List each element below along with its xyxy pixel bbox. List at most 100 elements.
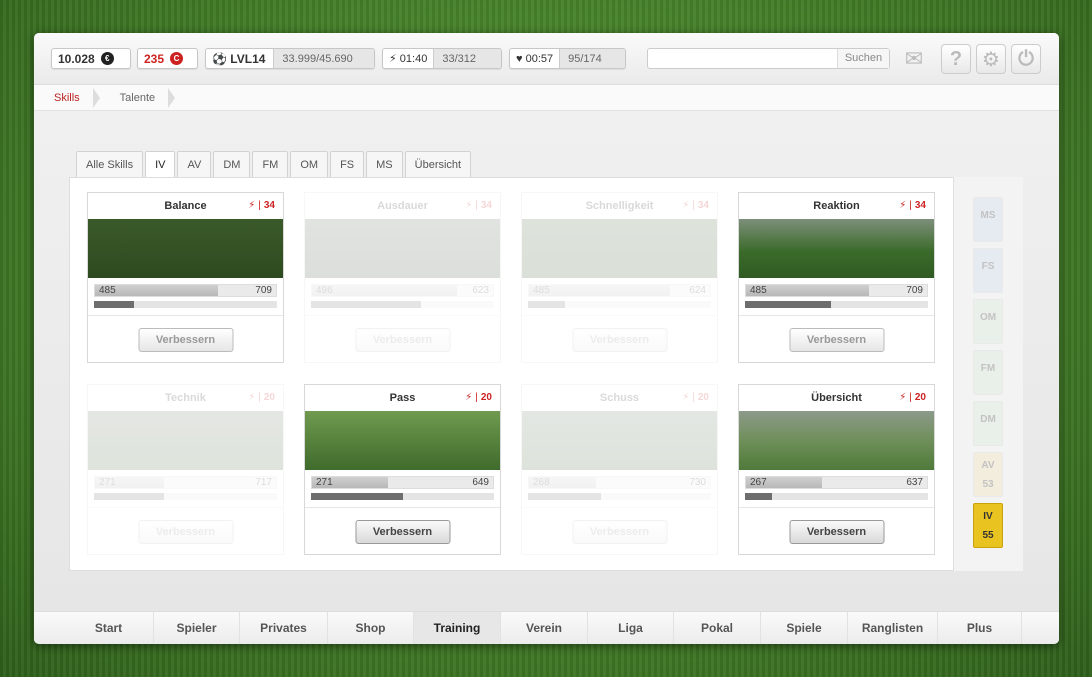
power-icon[interactable]: ⏻ xyxy=(1011,44,1041,74)
lightning-icon: ⚡ xyxy=(682,392,690,403)
mail-icon[interactable]: ✉ xyxy=(898,46,930,71)
card-divider xyxy=(305,315,500,316)
skill-progress-bar: 271 649 xyxy=(311,476,494,489)
skill-max: 637 xyxy=(906,477,923,488)
position-ms[interactable]: MS xyxy=(973,197,1003,242)
euro-icon: € xyxy=(100,52,114,65)
tab-alle-skills[interactable]: Alle Skills xyxy=(76,151,144,177)
skill-image xyxy=(88,411,283,470)
skill-value: 268 xyxy=(533,477,550,488)
improve-button[interactable]: Verbessern xyxy=(355,328,450,352)
skill-sub-progress xyxy=(528,301,711,308)
position-label: MS xyxy=(980,210,996,221)
nav-pokal[interactable]: Pokal xyxy=(674,612,761,644)
skill-title: Reaktion ⚡ | 34 xyxy=(813,200,926,212)
level-label: LVL14 xyxy=(230,51,266,66)
skill-title: Übersicht ⚡ | 20 xyxy=(811,392,926,404)
skill-sub-fill xyxy=(94,493,164,500)
position-value: 55 xyxy=(982,529,994,541)
tab-av[interactable]: AV xyxy=(177,151,212,177)
credits-value: 235 xyxy=(144,51,165,66)
tab-ms[interactable]: MS xyxy=(366,151,403,177)
gear-icon[interactable]: ⚙ xyxy=(976,44,1006,74)
tab-dm[interactable]: DM xyxy=(213,151,251,177)
skill-progress-bar: 485 709 xyxy=(94,284,277,297)
tab-om[interactable]: OM xyxy=(290,151,329,177)
breadcrumb-talente[interactable]: Talente xyxy=(100,85,176,111)
skill-cost: ⚡ | 34 xyxy=(248,200,275,211)
skill-cost: ⚡ | 34 xyxy=(682,200,709,211)
main-content: Alle Skills IV AV DM FM OM FS MS Übersic… xyxy=(34,111,1059,611)
skill-card: Reaktion ⚡ | 34 485 709 Verbessern xyxy=(738,192,935,363)
improve-button[interactable]: Verbessern xyxy=(572,520,667,544)
breadcrumb-skills[interactable]: Skills xyxy=(34,85,100,111)
improve-button[interactable]: Verbessern xyxy=(789,328,884,352)
skill-card: Schnelligkeit ⚡ | 34 485 624 Verbessern xyxy=(521,192,718,363)
nav-ranglisten[interactable]: Ranglisten xyxy=(848,612,938,644)
position-dm[interactable]: DM xyxy=(973,401,1003,446)
position-iv[interactable]: IV 55 xyxy=(973,503,1003,548)
tab-iv[interactable]: IV xyxy=(145,151,176,178)
skill-max: 649 xyxy=(472,477,489,488)
skill-cost: ⚡ | 34 xyxy=(465,200,492,211)
improve-button[interactable]: Verbessern xyxy=(138,328,233,352)
nav-privates[interactable]: Privates xyxy=(240,612,328,644)
skill-sub-fill xyxy=(528,493,602,500)
skill-cost: ⚡ | 20 xyxy=(465,392,492,403)
position-label: DM xyxy=(980,414,996,425)
position-label: AV xyxy=(981,459,995,471)
position-av[interactable]: AV 53 xyxy=(973,452,1003,497)
skill-image xyxy=(522,219,717,278)
level-value: ⚽ LVL14 xyxy=(206,52,273,66)
energy-timer: 01:40 xyxy=(399,53,428,65)
skill-max: 717 xyxy=(255,477,272,488)
money-value: 10.028 xyxy=(58,51,95,66)
tab-fs[interactable]: FS xyxy=(330,151,365,177)
nav-shop[interactable]: Shop xyxy=(328,612,414,644)
tab-fm[interactable]: FM xyxy=(252,151,289,177)
nav-spiele[interactable]: Spiele xyxy=(761,612,848,644)
position-om[interactable]: OM xyxy=(973,299,1003,344)
skill-sub-progress xyxy=(311,301,494,308)
skill-card: Übersicht ⚡ | 20 267 637 Verbessern xyxy=(738,384,935,555)
position-label: FM xyxy=(980,363,996,374)
nav-verein[interactable]: Verein xyxy=(501,612,588,644)
nav-spieler[interactable]: Spieler xyxy=(154,612,240,644)
health-value: 95/174 xyxy=(559,49,625,68)
skill-title: Pass ⚡ | 20 xyxy=(389,392,492,404)
improve-button[interactable]: Verbessern xyxy=(138,520,233,544)
position-sidebar: MS FS OM FM DM AV 53 IV 55 xyxy=(953,177,1023,571)
skill-max: 624 xyxy=(689,285,706,296)
search-input[interactable] xyxy=(648,49,837,68)
position-label: OM xyxy=(979,312,997,323)
nav-start[interactable]: Start xyxy=(34,612,154,644)
nav-training[interactable]: Training xyxy=(414,612,501,644)
bottom-nav: Start Spieler Privates Shop Training Verein Li… xyxy=(34,611,1059,644)
position-fm[interactable]: FM xyxy=(973,350,1003,395)
nav-plus[interactable]: Plus xyxy=(938,612,1022,644)
skill-cost: ⚡ | 20 xyxy=(248,392,275,403)
help-icon[interactable]: ? xyxy=(941,44,971,74)
heart-icon: ♥ xyxy=(516,52,523,65)
skill-value: 496 xyxy=(316,285,333,296)
improve-button[interactable]: Verbessern xyxy=(789,520,884,544)
lightning-icon: ⚡ xyxy=(465,200,473,211)
skill-cost: ⚡ | 20 xyxy=(682,392,709,403)
energy-value: 33/312 xyxy=(433,49,501,68)
skill-sub-fill xyxy=(311,301,421,308)
skill-tabs: Alle Skills IV AV DM FM OM FS MS Übersic… xyxy=(76,151,473,178)
improve-button[interactable]: Verbessern xyxy=(572,328,667,352)
improve-button[interactable]: Verbessern xyxy=(355,520,450,544)
skill-sub-fill xyxy=(311,493,403,500)
tab-uebersicht[interactable]: Übersicht xyxy=(404,151,472,177)
position-fs[interactable]: FS xyxy=(973,248,1003,293)
position-label: FS xyxy=(981,261,995,272)
xp-value: 33.999/45.690 xyxy=(273,49,374,68)
skill-image xyxy=(739,219,934,278)
search-button[interactable]: Suchen xyxy=(837,49,889,68)
skills-panel: Balance ⚡ | 34 485 709 Verbessern Ausdauer … xyxy=(69,177,1023,571)
nav-liga[interactable]: Liga xyxy=(588,612,674,644)
search-box: Suchen xyxy=(647,48,890,69)
card-divider xyxy=(522,507,717,508)
skill-sub-progress xyxy=(94,493,277,500)
